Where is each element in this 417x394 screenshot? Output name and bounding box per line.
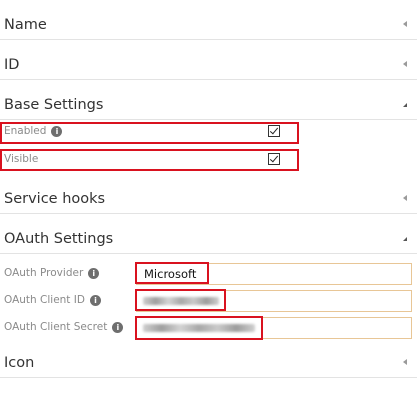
chevron-left-icon — [403, 61, 407, 67]
chevron-left-icon — [403, 195, 407, 201]
section-icon-title: Icon — [4, 355, 35, 371]
oauth-client-secret-label-group: OAuth Client Secret i — [4, 321, 124, 333]
chevron-down-icon — [403, 103, 407, 107]
section-oauth-settings[interactable]: OAuth Settings — [0, 214, 417, 254]
section-name[interactable]: Name — [0, 0, 417, 40]
section-icon[interactable]: Icon — [0, 340, 417, 378]
section-base-settings-title: Base Settings — [4, 97, 104, 113]
section-oauth-settings-title: OAuth Settings — [4, 231, 114, 247]
info-icon[interactable]: i — [112, 321, 124, 333]
info-icon[interactable]: i — [89, 294, 101, 306]
oauth-client-id-highlight-box — [135, 289, 226, 311]
info-icon[interactable]: i — [88, 267, 100, 279]
section-name-title: Name — [4, 17, 47, 33]
oauth-client-id-label-group: OAuth Client ID i — [4, 294, 101, 306]
visible-highlight-box — [0, 149, 299, 171]
oauth-provider-highlight-box — [135, 262, 209, 284]
section-base-settings[interactable]: Base Settings — [0, 80, 417, 120]
chevron-left-icon — [403, 21, 407, 27]
section-service-hooks[interactable]: Service hooks — [0, 174, 417, 214]
oauth-provider-label-group: OAuth Provider i — [4, 267, 100, 279]
oauth-client-secret-label: OAuth Client Secret — [4, 321, 108, 333]
chevron-down-icon — [403, 237, 407, 241]
section-id-title: ID — [4, 57, 20, 73]
oauth-client-secret-highlight-box — [135, 316, 263, 340]
chevron-left-icon — [403, 359, 407, 365]
section-id[interactable]: ID — [0, 40, 417, 80]
oauth-provider-label: OAuth Provider — [4, 267, 84, 279]
enabled-highlight-box — [0, 122, 299, 144]
section-service-hooks-title: Service hooks — [4, 191, 106, 207]
oauth-client-id-label: OAuth Client ID — [4, 294, 85, 306]
